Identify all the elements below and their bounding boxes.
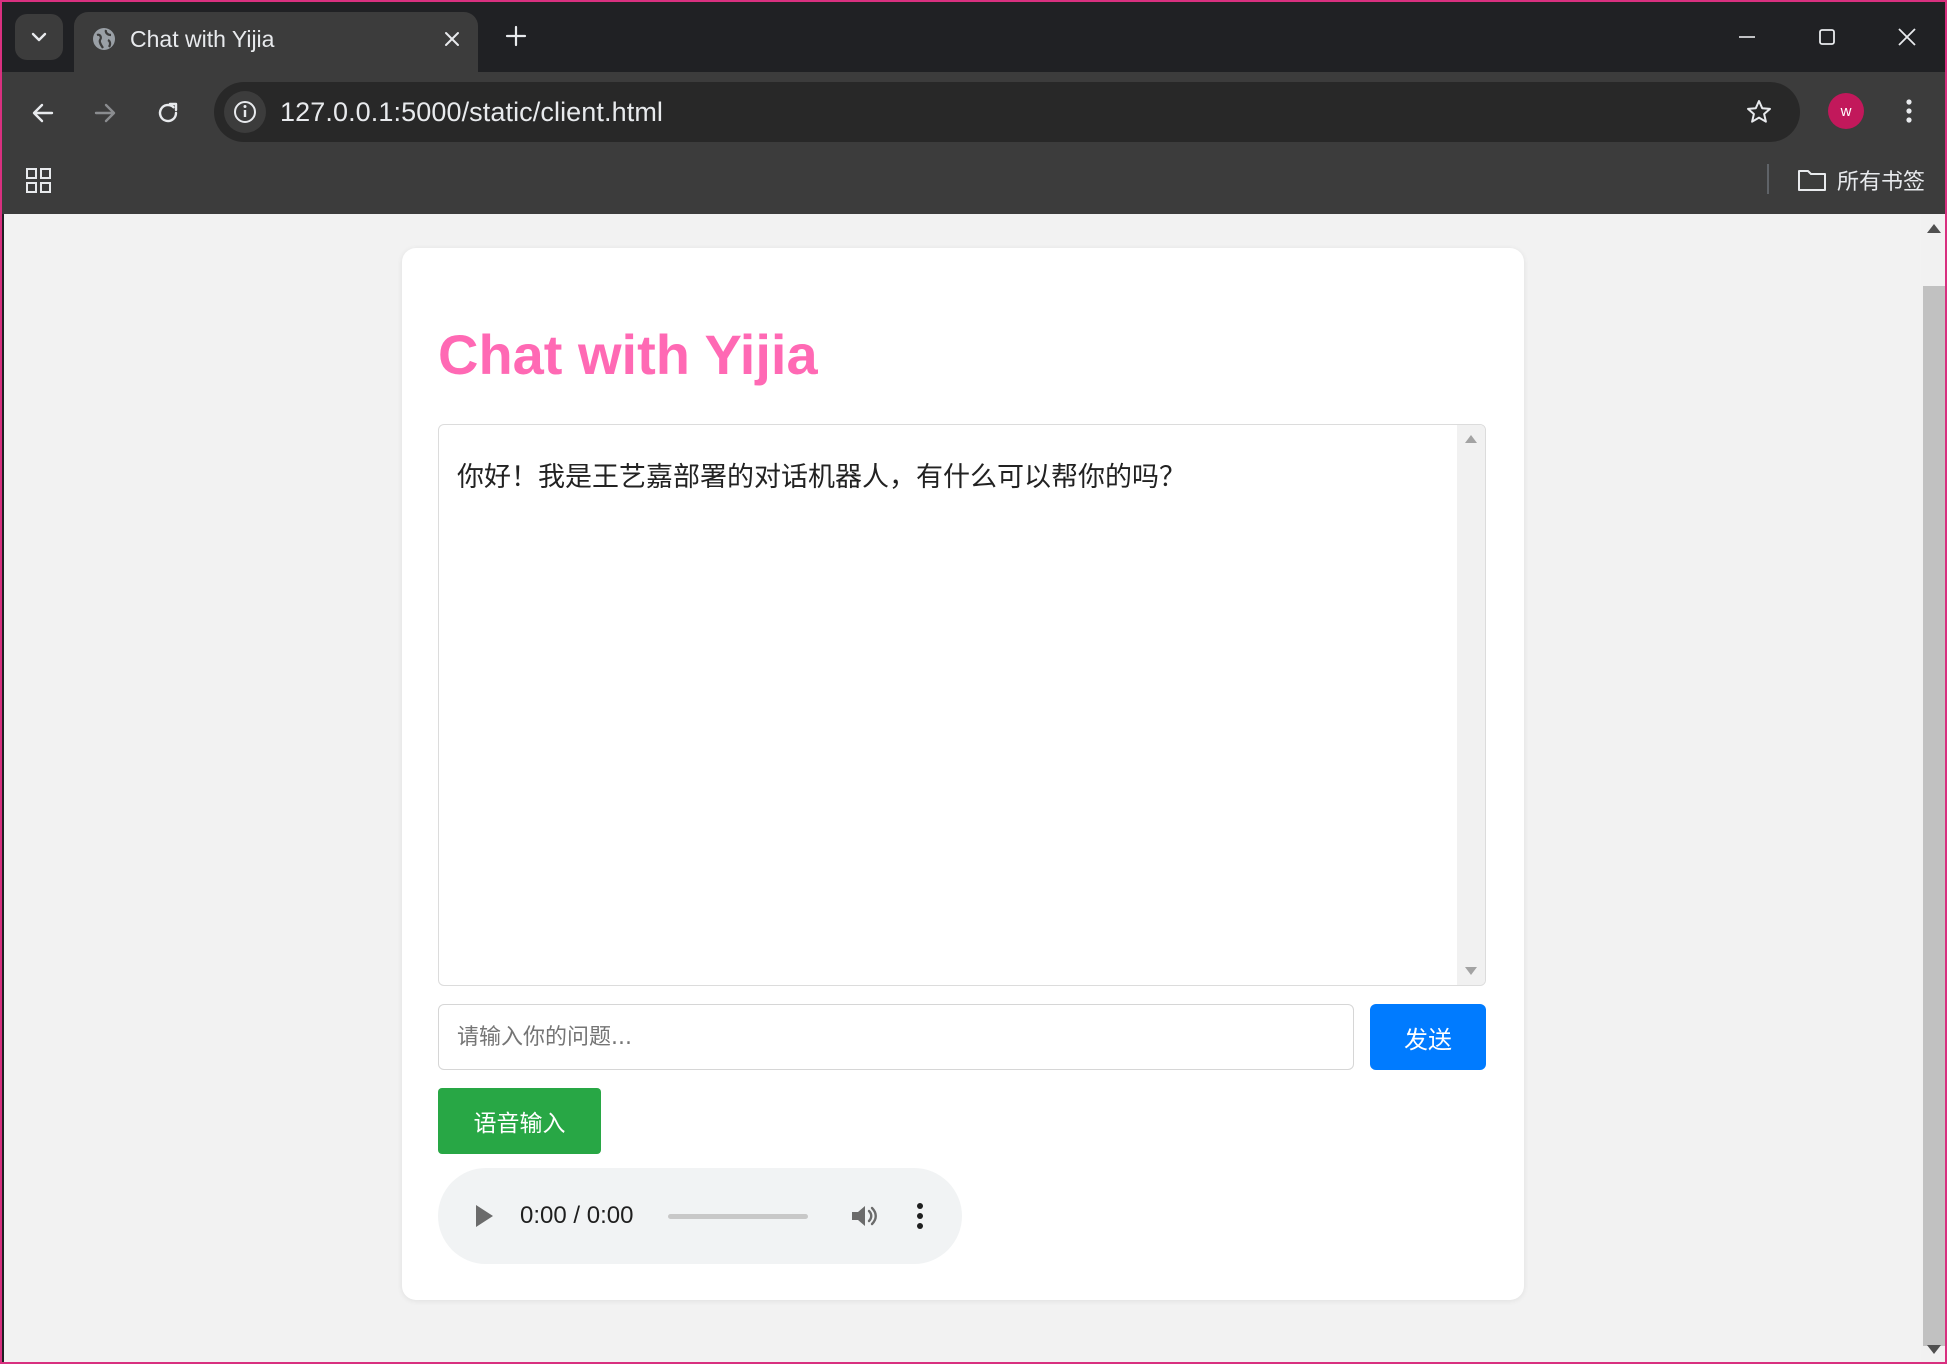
forward-button[interactable]: [84, 92, 126, 134]
input-row: 发送: [438, 1004, 1486, 1070]
audio-player: 0:00 / 0:00: [438, 1168, 962, 1264]
new-tab-button[interactable]: [498, 18, 534, 54]
close-icon: [1898, 28, 1916, 46]
tab-strip: Chat with Yijia: [2, 2, 1945, 72]
audio-progress-slider[interactable]: [668, 1214, 808, 1219]
globe-icon: [93, 28, 115, 50]
more-vert-icon[interactable]: [912, 1200, 928, 1232]
volume-icon[interactable]: [848, 1200, 880, 1232]
page-scrollbar[interactable]: [1921, 214, 1945, 1362]
toolbar: 127.0.0.1:5000/static/client.html w: [2, 72, 1945, 152]
address-bar[interactable]: 127.0.0.1:5000/static/client.html: [214, 82, 1800, 142]
back-icon: [32, 103, 54, 123]
plus-icon: [505, 25, 527, 47]
back-button[interactable]: [22, 92, 64, 134]
bookmarks-separator: [1767, 164, 1769, 194]
close-window-button[interactable]: [1884, 16, 1930, 58]
voice-input-button[interactable]: 语音输入: [438, 1088, 601, 1154]
tab-close-button[interactable]: [438, 25, 466, 53]
chat-card: Chat with Yijia 你好！我是王艺嘉部署的对话机器人，有什么可以帮你…: [402, 248, 1524, 1300]
tab-search-button[interactable]: [15, 14, 63, 60]
apps-icon[interactable]: [24, 166, 54, 196]
page-viewport: Chat with Yijia 你好！我是王艺嘉部署的对话机器人，有什么可以帮你…: [4, 214, 1921, 1362]
url-text[interactable]: 127.0.0.1:5000/static/client.html: [280, 97, 663, 128]
folder-icon: [1798, 170, 1826, 191]
reload-icon: [158, 102, 178, 123]
bookmarks-bar: 所有书签: [2, 152, 1945, 214]
star-icon: [1747, 100, 1771, 123]
bookmark-star-button[interactable]: [1742, 95, 1776, 129]
profile-avatar[interactable]: w: [1828, 93, 1864, 129]
scroll-down-arrow-icon[interactable]: [1927, 1345, 1941, 1354]
minimize-icon: [1739, 36, 1755, 38]
page-title: Chat with Yijia: [438, 323, 818, 386]
all-bookmarks-folder[interactable]: 所有书签: [1797, 164, 1925, 196]
minimize-button[interactable]: [1724, 16, 1770, 58]
bot-message: 你好！我是王艺嘉部署的对话机器人，有什么可以帮你的吗？: [457, 462, 1186, 493]
chat-scrollbar[interactable]: [1457, 425, 1485, 985]
tab-title: Chat with Yijia: [130, 26, 275, 52]
maximize-icon: [1819, 29, 1835, 45]
browser-menu-button[interactable]: [1892, 90, 1926, 132]
forward-icon: [94, 103, 116, 123]
site-info-button[interactable]: [224, 91, 266, 133]
scrollbar-thumb[interactable]: [1923, 286, 1945, 1346]
question-input[interactable]: [438, 1004, 1354, 1070]
scroll-down-arrow-icon[interactable]: [1465, 967, 1477, 975]
scroll-up-arrow-icon[interactable]: [1927, 224, 1941, 233]
send-button[interactable]: 发送: [1370, 1004, 1486, 1070]
maximize-button[interactable]: [1804, 16, 1850, 58]
scroll-up-arrow-icon[interactable]: [1465, 435, 1477, 443]
all-bookmarks-label: 所有书签: [1837, 169, 1926, 194]
more-vert-icon: [1906, 99, 1912, 123]
info-icon: [234, 101, 256, 123]
chat-history[interactable]: 你好！我是王艺嘉部署的对话机器人，有什么可以帮你的吗？: [438, 424, 1486, 986]
chevron-down-icon: [31, 32, 47, 42]
play-icon[interactable]: [476, 1205, 493, 1227]
reload-button[interactable]: [147, 92, 189, 134]
browser-window: Chat with Yijia 127.0.0.1:5000/static/cl…: [0, 0, 1947, 1364]
close-icon: [445, 32, 459, 46]
tab-active[interactable]: Chat with Yijia: [74, 12, 478, 72]
audio-time: 0:00 / 0:00: [520, 1202, 634, 1229]
